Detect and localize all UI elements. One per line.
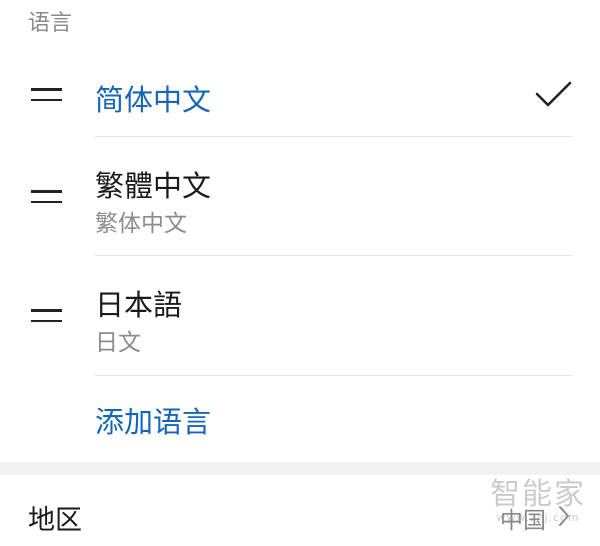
language-item-traditional-chinese[interactable]: 繁體中文 繁体中文 [0, 137, 600, 255]
divider [95, 375, 573, 376]
language-name: 繁體中文 [95, 169, 212, 203]
drag-handle-icon[interactable] [31, 190, 62, 203]
language-subtitle: 繁体中文 [95, 211, 187, 237]
language-item-simplified-chinese[interactable]: 简体中文 [0, 58, 600, 136]
region-value: 中国 [500, 508, 546, 534]
language-name: 日本語 [95, 288, 183, 322]
language-name: 简体中文 [95, 83, 212, 117]
language-item-japanese[interactable]: 日本語 日文 [0, 256, 600, 375]
region-label: 地区 [28, 505, 82, 536]
section-gap [0, 462, 600, 475]
language-subtitle: 日文 [95, 330, 141, 356]
region-item[interactable]: 地区 中国 [0, 475, 600, 546]
drag-handle-icon[interactable] [31, 309, 62, 322]
section-title-language: 语言 [28, 11, 73, 36]
drag-handle-icon[interactable] [31, 88, 62, 101]
chevron-right-icon [559, 506, 569, 526]
check-icon [535, 81, 572, 107]
add-language-button[interactable]: 添加语言 [95, 399, 211, 441]
